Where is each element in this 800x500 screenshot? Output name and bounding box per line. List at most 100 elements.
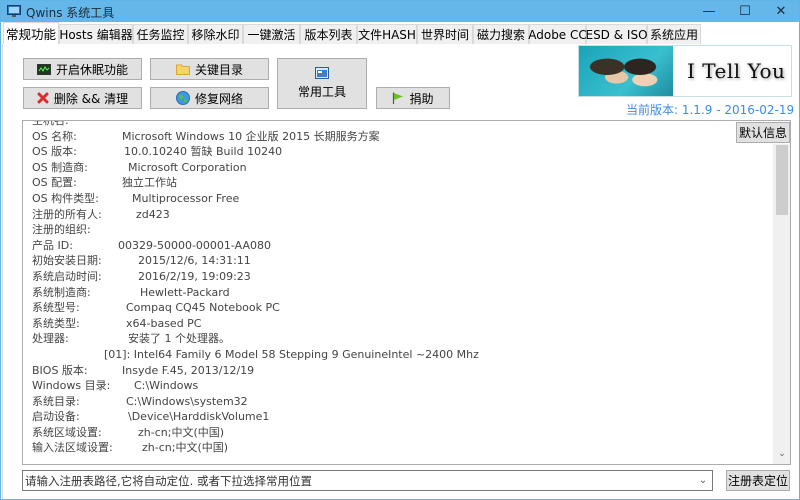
info-key: 输入法区域设置: (32, 441, 113, 455)
info-key: 初始安装日期: (32, 254, 102, 268)
info-line: 输入法区域设置: zh-cn;中文(中国) (32, 440, 772, 456)
window-title: Qwins 系统工具 (26, 6, 115, 20)
registry-locate-button[interactable]: 注册表定位 (726, 470, 790, 491)
info-value: 2016/2/19, 19:09:23 (138, 269, 251, 283)
info-key: 系统类型: (32, 316, 80, 330)
info-value: \Device\HarddiskVolume1 (128, 410, 270, 424)
info-value: 安装了 1 个处理器。 (128, 332, 230, 346)
info-value: Compaq CQ45 Notebook PC (126, 301, 280, 315)
maximize-icon: ☐ (739, 4, 751, 19)
info-key: BIOS 版本: (32, 363, 88, 377)
tab-magnet-search[interactable]: 磁力搜索 (473, 24, 529, 44)
tab-system-apps[interactable]: 系统应用 (647, 24, 701, 44)
red-x-icon (37, 92, 49, 104)
tab-adobe-cc[interactable]: Adobe CC (528, 24, 587, 44)
info-key: 注册的组织: (32, 223, 91, 237)
info-value: Microsoft Windows 10 企业版 2015 长期服务方案 (122, 129, 380, 143)
info-line: 产品 ID: 00329-50000-00001-AA080 (32, 238, 772, 254)
info-key: 产品 ID: (32, 238, 73, 252)
info-line: 启动设备: \Device\HarddiskVolume1 (32, 409, 772, 425)
info-line: Windows 目录: C:\Windows (32, 378, 772, 394)
info-key: OS 构件类型: (32, 191, 99, 205)
enable-hibernate-label: 开启休眠功能 (55, 62, 128, 77)
chevron-down-icon[interactable]: ⌄ (695, 472, 711, 489)
close-icon: ✕ (775, 4, 787, 19)
registry-path-input[interactable] (25, 471, 685, 490)
current-version: 当前版本: 1.1.9 - 2016-02-19 (626, 103, 795, 117)
info-line: 初始安装日期: 2015/12/6, 14:31:11 (32, 253, 772, 269)
info-line: 系统制造商: Hewlett-Packard (32, 285, 772, 301)
minimize-icon: — (702, 4, 716, 19)
scroll-down-icon[interactable]: ⌄ (776, 448, 788, 460)
monitor-icon (36, 63, 51, 75)
info-line: OS 制造商: Microsoft Corporation (32, 160, 772, 176)
info-key: 主机名: (32, 120, 69, 127)
registry-path-combobox[interactable]: ⌄ (22, 470, 713, 491)
info-value: Multiprocessor Free (132, 191, 240, 205)
common-tools-button[interactable]: 常用工具 (277, 58, 367, 109)
scrollbar-thumb[interactable] (776, 145, 788, 215)
info-key: OS 制造商: (32, 160, 88, 174)
common-tools-label: 常用工具 (297, 85, 346, 99)
tab-one-click-activate[interactable]: 一键激活 (243, 24, 300, 44)
info-value: 2015/12/6, 14:31:11 (138, 254, 251, 268)
info-key: 系统制造商: (32, 285, 91, 299)
info-line: 注册的所有人: zd423 (32, 207, 772, 223)
info-value: 10.0.10240 暂缺 Build 10240 (124, 145, 283, 159)
info-value: 独立工作站 (122, 176, 177, 190)
info-key: 系统启动时间: (32, 269, 102, 283)
folder-icon (175, 64, 190, 75)
info-line: BIOS 版本: Insyde F.45, 2013/12/19 (32, 363, 772, 379)
info-value: C:\Windows (134, 379, 199, 393)
info-line: 系统类型: x64-based PC (32, 316, 772, 332)
info-line: OS 配置: 独立工作站 (32, 175, 772, 191)
info-value: C:\Windows\system32 (126, 394, 248, 408)
vertical-scrollbar[interactable]: ⌄ (773, 144, 790, 464)
info-key: 系统型号: (32, 301, 80, 315)
tab-file-hash[interactable]: 文件HASH (357, 24, 417, 44)
repair-network-button[interactable]: 修复网络 (150, 87, 269, 109)
info-key: Windows 目录: (32, 379, 111, 393)
info-line: 系统区域设置: zh-cn;中文(中国) (32, 425, 772, 441)
info-value: x64-based PC (126, 316, 202, 330)
banner-image (579, 46, 673, 96)
delete-clean-button[interactable]: 删除 && 清理 (23, 87, 142, 109)
info-value: Microsoft Corporation (128, 160, 247, 174)
info-line: 注册的组织: (32, 222, 772, 238)
general-panel: 开启休眠功能 删除 && 清理 关键目录 修复网络 常用工具 捐助 I Tell… (2, 44, 798, 499)
system-info-box[interactable]: 主机名: OS 名称: Microsoft Windows 10 企业版 2015 … (22, 120, 791, 465)
globe-icon (175, 91, 190, 105)
tab-remove-watermark[interactable]: 移除水印 (188, 24, 243, 44)
enable-hibernate-button[interactable]: 开启休眠功能 (23, 58, 142, 80)
info-value: zh-cn;中文(中国) (138, 425, 225, 439)
tab-esd-iso[interactable]: ESD & ISO (585, 24, 648, 44)
info-line: [01]: Intel64 Family 6 Model 58 Stepping… (32, 347, 772, 363)
donate-button[interactable]: 捐助 (376, 87, 450, 109)
window-icon (315, 67, 329, 79)
app-window: Qwins 系统工具 — ☐ ✕ 常规功能 Hosts 编辑器 任务监控 移除水… (0, 0, 800, 500)
tab-general[interactable]: 常规功能 (3, 22, 59, 44)
tab-world-time[interactable]: 世界时间 (417, 24, 473, 44)
info-value: [01]: Intel64 Family 6 Model 58 Stepping… (104, 347, 479, 361)
close-button[interactable]: ✕ (766, 1, 796, 22)
info-line: 系统启动时间: 2016/2/19, 19:09:23 (32, 269, 772, 285)
key-directories-label: 关键目录 (194, 62, 243, 77)
app-monitor-icon (7, 5, 21, 17)
tab-hosts-editor[interactable]: Hosts 编辑器 (59, 24, 133, 44)
info-key: 处理器: (32, 332, 69, 346)
key-directories-button[interactable]: 关键目录 (150, 58, 269, 80)
info-line: 系统目录: C:\Windows\system32 (32, 394, 772, 410)
default-info-button[interactable]: 默认信息 (736, 122, 790, 143)
tab-version-list[interactable]: 版本列表 (300, 24, 357, 44)
info-line: OS 构件类型: Multiprocessor Free (32, 191, 772, 207)
minimize-button[interactable]: — (694, 1, 724, 22)
info-key: 系统目录: (32, 394, 80, 408)
banner-text: I Tell You (687, 59, 786, 83)
delete-clean-label: 删除 && 清理 (53, 91, 129, 106)
tab-task-monitor[interactable]: 任务监控 (133, 24, 188, 44)
maximize-button[interactable]: ☐ (730, 1, 760, 22)
title-bar[interactable]: Qwins 系统工具 — ☐ ✕ (1, 1, 799, 22)
info-line: OS 版本: 10.0.10240 暂缺 Build 10240 (32, 144, 772, 160)
info-key: OS 配置: (32, 176, 77, 190)
repair-network-label: 修复网络 (194, 91, 243, 106)
